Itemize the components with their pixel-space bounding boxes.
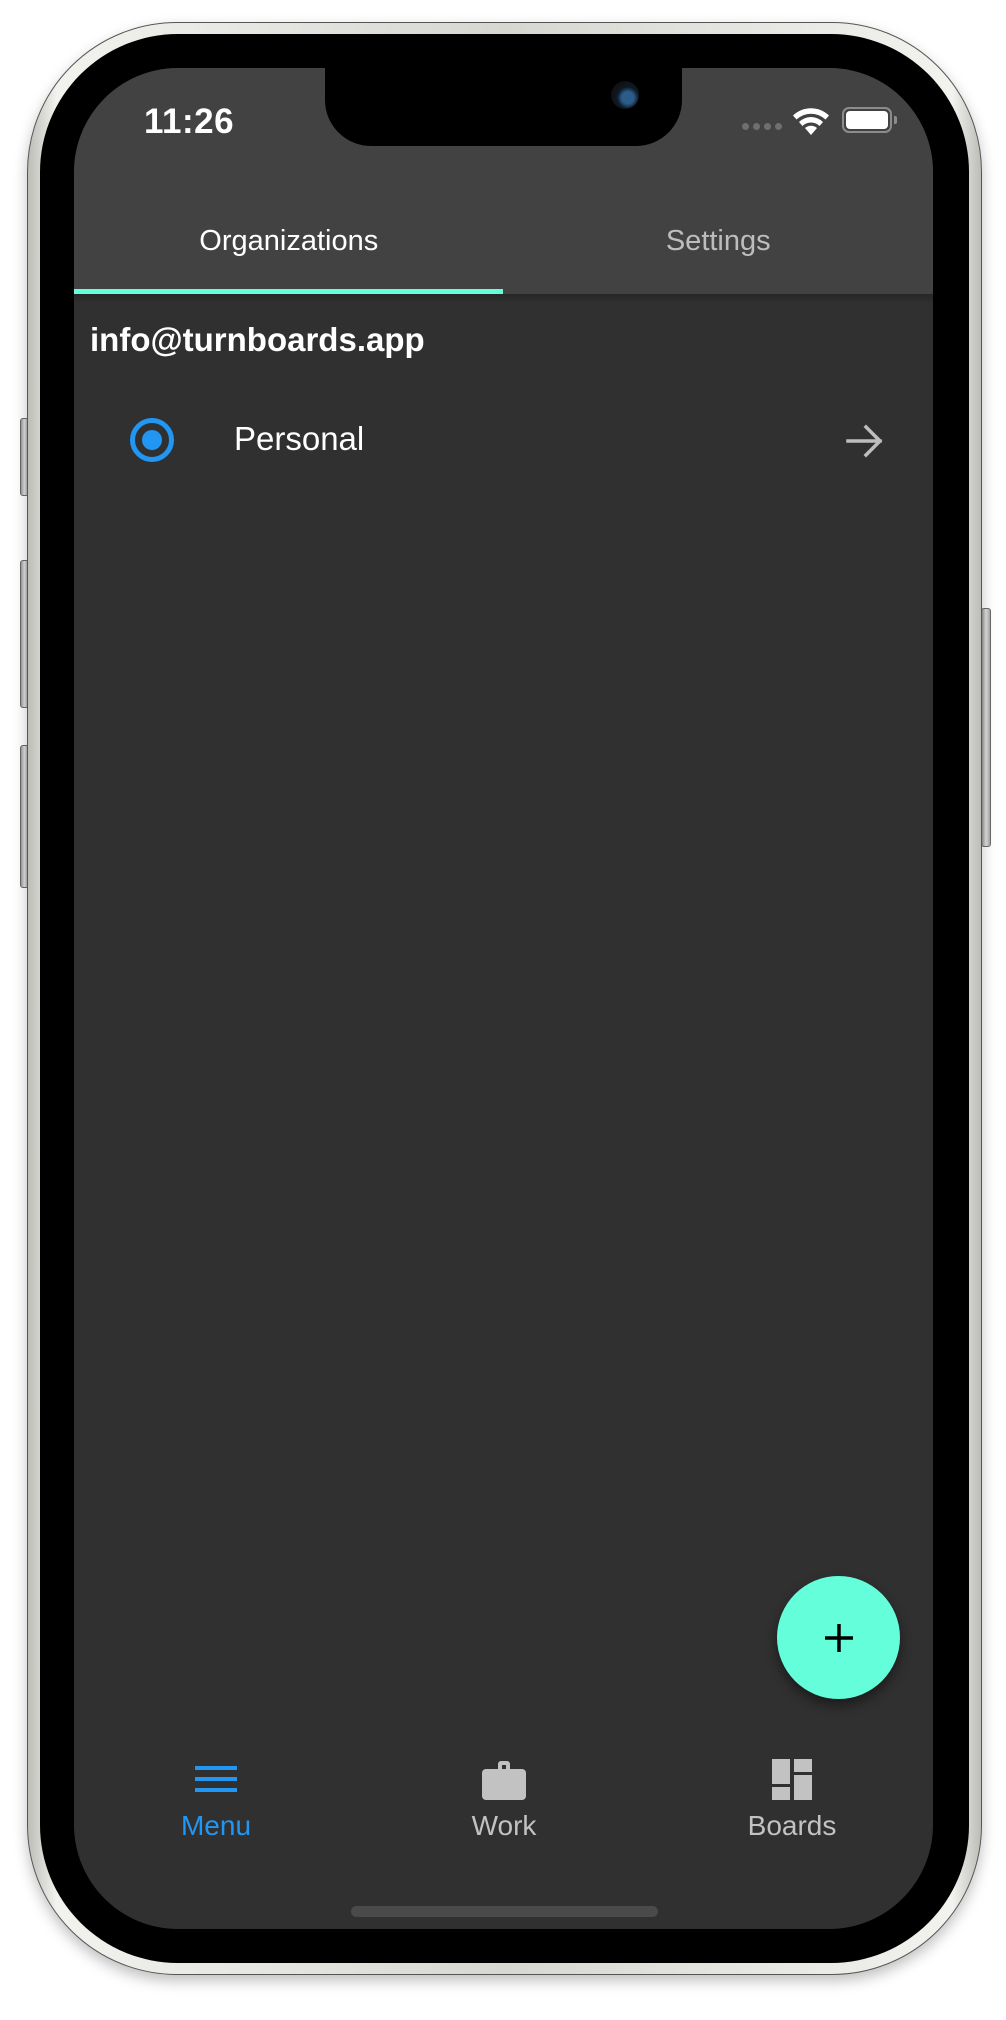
menu-icon — [195, 1766, 237, 1792]
wifi-icon — [793, 108, 829, 135]
nav-item-menu[interactable]: Menu — [116, 1748, 316, 1858]
organization-radio-selected[interactable] — [130, 418, 174, 462]
front-camera — [611, 81, 639, 109]
briefcase-icon — [482, 1761, 526, 1800]
tab-bar: Organizations Settings — [74, 188, 933, 294]
power-button — [981, 608, 991, 847]
status-time: 11:26 — [144, 102, 235, 141]
arrow-forward-icon[interactable] — [846, 422, 884, 460]
header-shadow — [74, 294, 933, 304]
app-header: 11:26 Organizations Settings — [74, 68, 933, 294]
plus-icon — [824, 1623, 853, 1652]
dashboard-icon — [772, 1759, 812, 1800]
tab-settings[interactable]: Settings — [504, 188, 934, 294]
nav-item-boards[interactable]: Boards — [692, 1748, 892, 1858]
bottom-navigation: Menu Work Boards — [74, 1748, 933, 1858]
add-organization-button[interactable] — [777, 1576, 900, 1699]
battery-icon — [842, 107, 892, 133]
nav-label-work: Work — [471, 1810, 537, 1841]
signal-dots-icon — [742, 123, 782, 130]
battery-tip — [894, 116, 897, 124]
organization-name: Personal — [234, 420, 365, 457]
nav-label-boards: Boards — [747, 1810, 837, 1841]
nav-label-menu: Menu — [180, 1810, 252, 1841]
organization-list-item[interactable]: Personal — [74, 398, 933, 484]
device-notch — [325, 68, 682, 146]
account-email: info@turnboards.app — [90, 321, 425, 358]
home-indicator[interactable] — [351, 1906, 658, 1917]
nav-item-work[interactable]: Work — [404, 1748, 604, 1858]
tab-organizations[interactable]: Organizations — [74, 188, 504, 294]
phone-screen: 11:26 Organizations Settings info@turnbo… — [74, 68, 933, 1929]
